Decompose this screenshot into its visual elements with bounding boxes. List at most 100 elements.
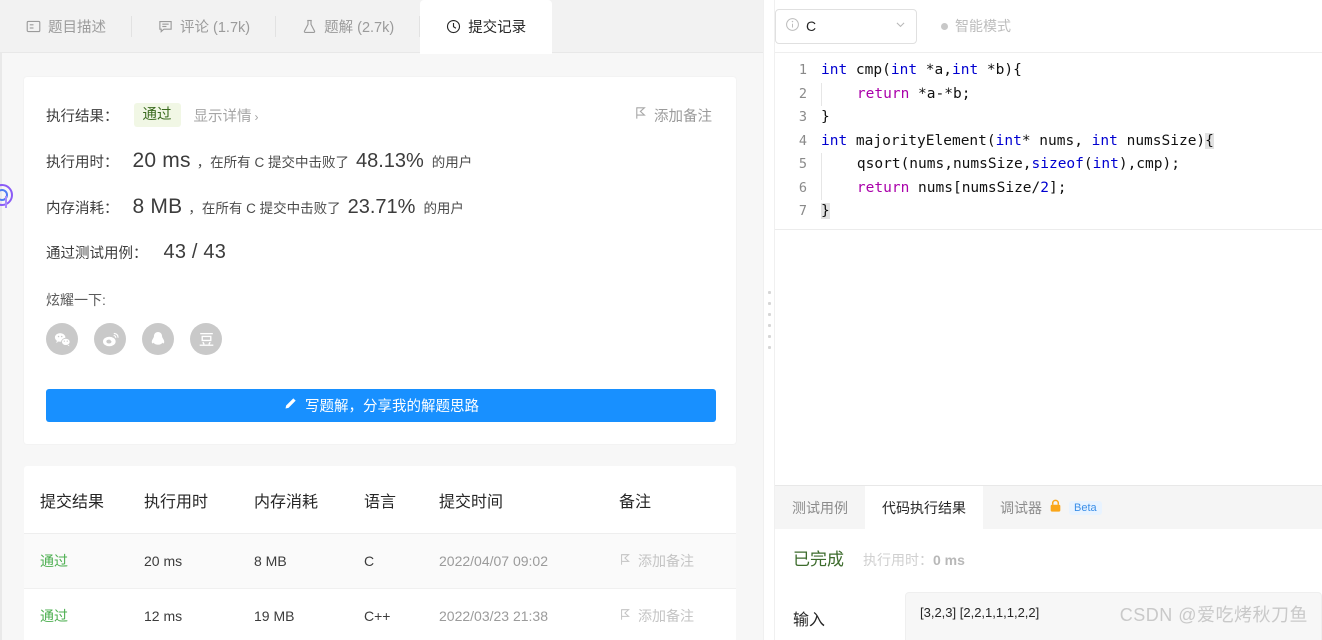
share-title: 炫耀一下:: [46, 292, 106, 309]
flag-icon: [619, 553, 631, 569]
smart-mode-label: 智能模式: [955, 18, 1011, 34]
tab-testcases[interactable]: 测试用例: [775, 486, 865, 529]
row-add-note-label: 添加备注: [638, 608, 694, 625]
cell-language: C++: [364, 588, 439, 640]
code-text: }: [821, 109, 830, 125]
qq-icon[interactable]: [142, 323, 174, 356]
table-body: 通过 20 ms 8 MB C 2022/04/07 09:02 添加备注 通过…: [24, 533, 736, 640]
cell-result: 通过: [24, 533, 144, 590]
code-line: 5 qsort(nums,numsSize,sizeof(int),cmp);: [775, 153, 1322, 177]
runtime-middle-text: ，在所有 C 提交中击败了: [196, 155, 349, 171]
cell-note: 添加备注: [619, 588, 736, 640]
chevron-down-icon: [894, 18, 907, 34]
th-memory: 内存消耗: [254, 466, 364, 535]
clock-icon: [446, 19, 461, 34]
code-text: int majorityElement(int* nums, int numsS…: [821, 132, 1214, 149]
testcases-value: 43 / 43: [163, 241, 227, 264]
right-pane: C 智能模式 1 int cmp(int *a,int *b){2 retur…: [775, 0, 1322, 640]
runtime-tail-text: 的用户: [431, 155, 473, 171]
cell-result: 通过: [24, 588, 144, 640]
tab-comments[interactable]: 评论 (1.7k): [132, 0, 277, 53]
io-row: 输入 [3,2,3] [2,2,1,1,1,2,2]: [793, 592, 1322, 640]
status-dot-icon: [941, 22, 948, 30]
chevron-right-icon: ›: [254, 109, 259, 124]
code-text: }: [821, 203, 830, 219]
add-note-label: 添加备注: [654, 108, 712, 125]
submissions-table: 提交结果 执行用时 内存消耗 语言 提交时间 备注 通过 20 ms 8 MB …: [24, 466, 736, 640]
left-pane: 题目描述 评论 (1.7k) 题解 (2.7k) 提交记录 执行结果： 通过 显…: [0, 0, 763, 640]
tab-problem-description[interactable]: 题目描述: [0, 0, 132, 53]
runtime-label: 执行用时：: [46, 155, 119, 172]
code-line: 3 }: [775, 106, 1322, 130]
add-note-button[interactable]: 添加备注: [634, 105, 716, 126]
runtime-percentile: 48.13%: [355, 150, 424, 173]
code-horizontal-scrollbar[interactable]: [821, 480, 1322, 485]
run-status: 已完成: [793, 550, 844, 569]
wechat-icon[interactable]: [46, 323, 78, 356]
code-editor[interactable]: 1 int cmp(int *a,int *b){ 2 return *a-*b…: [775, 53, 1322, 485]
tab-debugger[interactable]: 调试器 Beta: [983, 486, 1119, 529]
tab-submissions[interactable]: 提交记录: [420, 0, 553, 54]
line-number: 5: [798, 156, 807, 172]
line-number: 2: [798, 85, 807, 102]
douban-icon[interactable]: [190, 323, 222, 356]
tab-solutions[interactable]: 题解 (2.7k): [276, 0, 421, 53]
code-line: 4 int majorityElement(int* nums, int num…: [775, 130, 1322, 154]
table-header-row: 提交结果 执行用时 内存消耗 语言 提交时间 备注: [24, 466, 736, 535]
submission-result-card: 执行结果： 通过 显示详情 › 添加备注 执行用时： 20 ms ，在所有 C …: [24, 77, 736, 445]
drag-dots-icon: [767, 291, 771, 349]
left-edge-strip: [0, 0, 2, 640]
runtime-value: 20 ms: [132, 149, 191, 173]
cell-language: C: [364, 533, 439, 590]
row-add-note-label: 添加备注: [638, 553, 694, 570]
row-add-note-button[interactable]: 添加备注: [619, 551, 736, 571]
table-row[interactable]: 通过 20 ms 8 MB C 2022/04/07 09:02 添加备注: [24, 533, 736, 590]
write-solution-button[interactable]: 写题解，分享我的解题思路: [46, 389, 716, 423]
description-icon: [26, 19, 41, 34]
run-time-value: 0 ms: [933, 552, 965, 568]
app-root: 题目描述 评论 (1.7k) 题解 (2.7k) 提交记录 执行结果： 通过 显…: [0, 0, 1322, 640]
testcases-label: 通过测试用例：: [46, 246, 148, 263]
show-details-text: 显示详情: [193, 108, 252, 125]
input-value-box[interactable]: [3,2,3] [2,2,1,1,1,2,2]: [905, 592, 1322, 640]
th-time: 提交时间: [439, 466, 619, 535]
run-time-row: 执行用时：0 ms: [863, 550, 965, 570]
tab-run-result[interactable]: 代码执行结果: [865, 486, 983, 529]
tabbar-filler: [552, 0, 763, 52]
line-number: 7: [798, 203, 807, 219]
code-line: 1 int cmp(int *a,int *b){: [775, 59, 1322, 83]
runtime-metric-row: 执行用时： 20 ms ，在所有 C 提交中击败了 48.13% 的用户: [46, 149, 716, 173]
cell-runtime: 12 ms: [144, 588, 254, 640]
code-line: 2 return *a-*b;: [775, 82, 1322, 106]
console-tabbar: 测试用例 代码执行结果 调试器 Beta: [775, 486, 1322, 529]
language-value: C: [806, 18, 817, 34]
lock-icon: [1049, 499, 1062, 516]
info-icon: [785, 17, 800, 35]
code-content: 1 int cmp(int *a,int *b){ 2 return *a-*b…: [775, 59, 1322, 224]
language-selector[interactable]: C: [775, 8, 917, 44]
memory-middle-text: ，在所有 C 提交中击败了: [188, 201, 341, 217]
cell-memory: 8 MB: [254, 533, 364, 590]
cell-note: 添加备注: [619, 533, 736, 590]
pane-resize-handle[interactable]: [763, 0, 775, 640]
line-number: 1: [798, 62, 807, 78]
line-number: 3: [798, 109, 807, 125]
th-note: 备注: [619, 466, 736, 535]
row-add-note-button[interactable]: 添加备注: [619, 606, 736, 626]
row-status-link[interactable]: 通过: [40, 553, 68, 569]
code-line: 7 }: [775, 200, 1322, 224]
submissions-scroll-area[interactable]: 执行结果： 通过 显示详情 › 添加备注 执行用时： 20 ms ，在所有 C …: [0, 53, 763, 640]
console-pane: 测试用例 代码执行结果 调试器 Beta 已完成 执行用时：0 ms 输入 [3…: [775, 485, 1322, 640]
code-text: return nums[numsSize/2];: [821, 176, 1066, 200]
beta-badge: Beta: [1069, 500, 1102, 515]
testcases-row: 通过测试用例： 43 / 43: [46, 241, 716, 264]
code-text: return *a-*b;: [821, 82, 970, 106]
run-status-row: 已完成 执行用时：0 ms: [793, 545, 1322, 570]
table-row[interactable]: 通过 12 ms 19 MB C++ 2022/03/23 21:38 添加备注: [24, 588, 736, 640]
memory-value: 8 MB: [132, 195, 183, 219]
smart-mode-toggle[interactable]: 智能模式: [941, 16, 1011, 36]
line-number: 6: [798, 179, 807, 196]
show-details-link[interactable]: 显示详情 ›: [194, 105, 259, 126]
weibo-icon[interactable]: [94, 323, 126, 356]
row-status-link[interactable]: 通过: [40, 608, 68, 624]
